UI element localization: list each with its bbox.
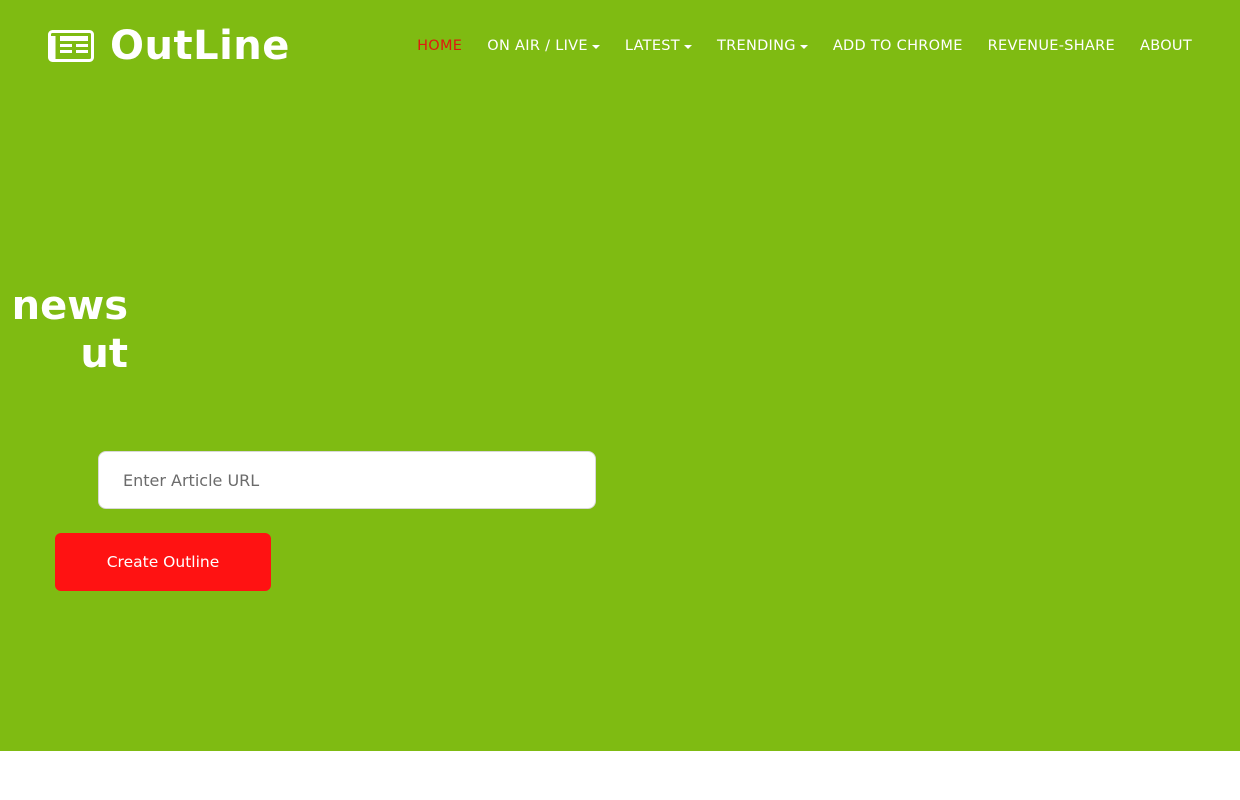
main-nav: HOME ON AIR / LIVE LATEST TRENDING ADD T…	[417, 34, 1192, 58]
article-url-input[interactable]	[98, 451, 596, 509]
nav-item-label: REVENUE-SHARE	[987, 38, 1115, 54]
caret-down-icon	[799, 44, 808, 49]
brand-name: OutLine	[110, 23, 290, 69]
newspaper-icon	[48, 30, 94, 62]
caret-down-icon	[591, 44, 600, 49]
nav-item-latest[interactable]: LATEST	[625, 38, 692, 54]
nav-item-label: LATEST	[624, 38, 680, 54]
nav-item-label: HOME	[417, 38, 463, 54]
nav-item-about[interactable]: ABOUT	[1140, 38, 1192, 54]
nav-item-revenue-share[interactable]: REVENUE-SHARE	[988, 38, 1115, 54]
nav-item-trending[interactable]: TRENDING	[717, 38, 808, 54]
nav-item-label: TRENDING	[716, 38, 796, 54]
nav-item-label: ON AIR / LIVE	[487, 38, 588, 54]
nav-item-add-to-chrome[interactable]: ADD TO CHROME	[833, 38, 963, 54]
caret-down-icon	[683, 44, 692, 49]
nav-item-label: ABOUT	[1140, 38, 1192, 54]
brand-logo-link[interactable]: OutLine	[48, 22, 290, 70]
headline-line-1: e news	[0, 283, 128, 329]
nav-item-on-air-live[interactable]: ON AIR / LIVE	[487, 38, 600, 54]
nav-item-home[interactable]: HOME	[417, 38, 462, 54]
hero-section: OutLine HOME ON AIR / LIVE LATEST TRENDI…	[0, 0, 1240, 751]
content-section	[0, 751, 1240, 800]
hero-headline: e news ut	[0, 282, 128, 378]
headline-line-2: ut	[80, 331, 128, 377]
nav-item-label: ADD TO CHROME	[832, 38, 963, 54]
create-outline-button[interactable]: Create Outline	[55, 533, 271, 591]
